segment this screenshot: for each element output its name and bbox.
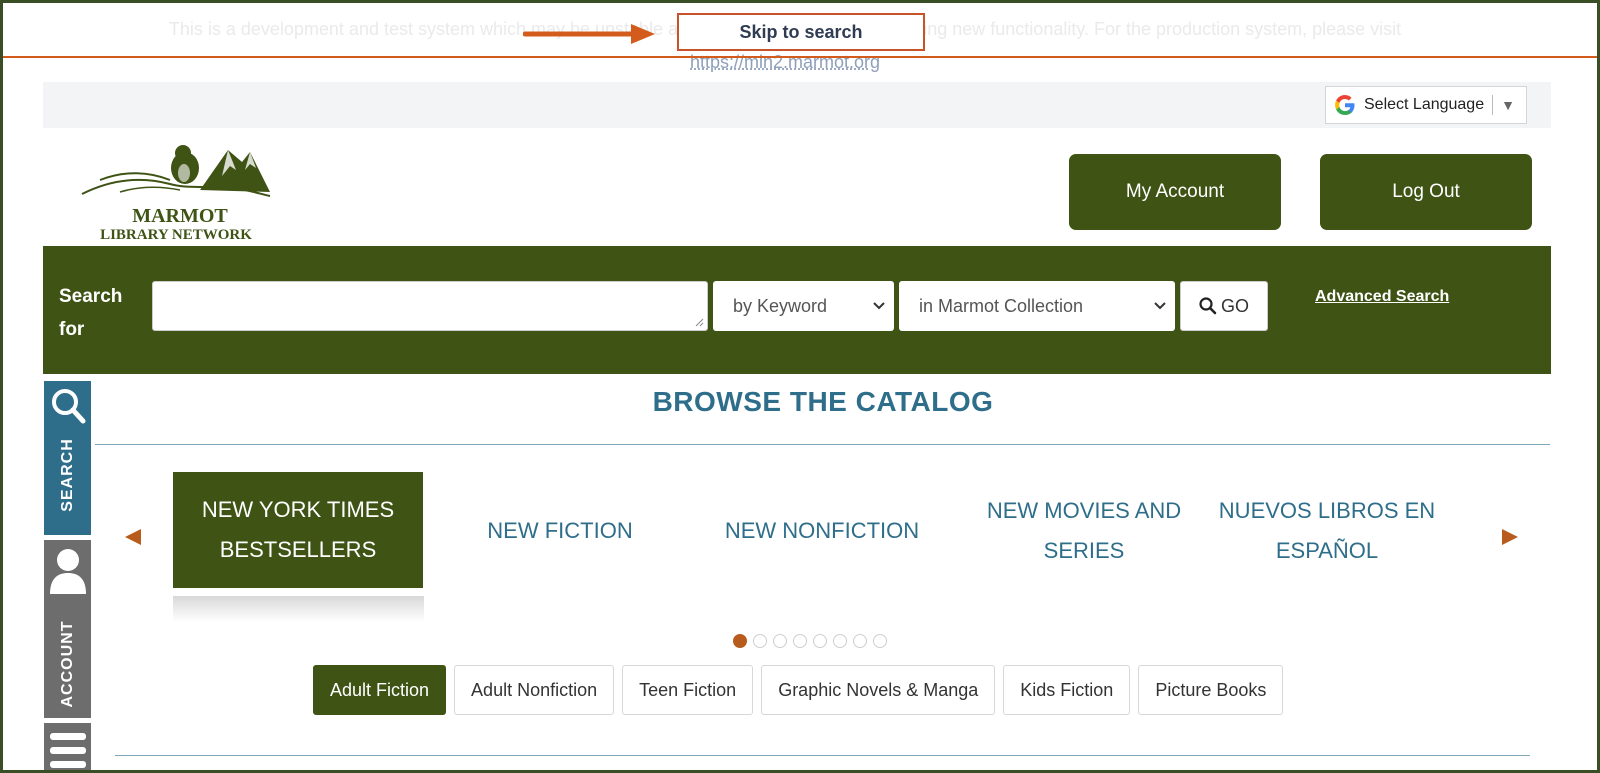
go-button[interactable]: GO xyxy=(1180,281,1268,331)
divider xyxy=(115,755,1530,756)
category-shadow xyxy=(173,596,424,622)
browse-tabs: Adult Fiction Adult Nonfiction Teen Fict… xyxy=(313,665,1284,715)
search-label-line2: for xyxy=(59,319,85,340)
carousel-dot[interactable] xyxy=(773,634,787,648)
search-icon xyxy=(52,389,86,424)
divider xyxy=(95,444,1550,445)
my-account-button[interactable]: My Account xyxy=(1069,154,1281,230)
search-input[interactable] xyxy=(152,281,708,331)
sidebar-menu-tab[interactable] xyxy=(44,723,91,773)
dropdown-arrow-icon: ▼ xyxy=(1501,97,1515,113)
category-new-fiction[interactable]: NEW FICTION xyxy=(435,472,685,590)
language-select-label: Select Language xyxy=(1364,96,1485,113)
carousel-dots xyxy=(733,634,887,648)
tab-teen-fiction[interactable]: Teen Fiction xyxy=(622,665,754,715)
category-new-movies[interactable]: NEW MOVIES AND SERIES xyxy=(959,472,1209,590)
advanced-search-link[interactable]: Advanced Search xyxy=(1315,288,1449,306)
resize-handle-icon[interactable] xyxy=(694,317,704,327)
annotation-arrow-icon xyxy=(523,24,655,44)
skip-to-search-link[interactable]: Skip to search xyxy=(677,13,925,51)
chevron-down-icon xyxy=(873,302,885,310)
carousel-dot[interactable] xyxy=(873,634,887,648)
log-out-button[interactable]: Log Out xyxy=(1320,154,1532,230)
category-nyt-bestsellers[interactable]: NEW YORK TIMES BESTSELLERS xyxy=(173,472,423,588)
logo-line1: MARMOT xyxy=(132,205,228,227)
search-scope-select[interactable]: in Marmot Collection xyxy=(899,281,1175,331)
menu-icon xyxy=(50,733,86,768)
search-type-select[interactable]: by Keyword xyxy=(713,281,894,331)
carousel-dot[interactable] xyxy=(753,634,767,648)
search-icon xyxy=(1199,297,1217,315)
language-select[interactable]: Select Language ▼ xyxy=(1325,86,1527,124)
carousel-prev-icon[interactable] xyxy=(123,527,143,547)
marmot-logo: MARMOT LIBRARY NETWORK xyxy=(81,145,271,243)
sidebar-account-label: ACCOUNT xyxy=(58,620,76,708)
carousel-dot[interactable] xyxy=(793,634,807,648)
sidebar-search-tab[interactable]: SEARCH xyxy=(44,381,91,535)
tab-adult-nonfiction[interactable]: Adult Nonfiction xyxy=(454,665,615,715)
carousel-dot[interactable] xyxy=(733,634,747,648)
go-label: GO xyxy=(1220,295,1249,316)
carousel-dot[interactable] xyxy=(813,634,827,648)
search-bar: Search for by Keyword in Marmot Collecti… xyxy=(43,246,1551,374)
chevron-down-icon xyxy=(1154,302,1166,310)
browse-title: BROWSE THE CATALOG xyxy=(652,386,994,417)
category-nuevos-libros[interactable]: NUEVOS LIBROS EN ESPAÑOL xyxy=(1202,472,1452,590)
logo-line2: LIBRARY NETWORK xyxy=(100,227,252,243)
category-new-nonfiction[interactable]: NEW NONFICTION xyxy=(697,472,947,590)
annotation-line xyxy=(0,56,1600,58)
carousel-dot[interactable] xyxy=(853,634,867,648)
sidebar-search-label: SEARCH xyxy=(58,438,76,512)
tab-graphic-novels[interactable]: Graphic Novels & Manga xyxy=(761,665,996,715)
language-separator xyxy=(1492,95,1494,115)
sidebar-account-tab[interactable]: ACCOUNT xyxy=(44,540,91,718)
user-icon xyxy=(50,549,86,594)
search-scope-value: in Marmot Collection xyxy=(919,295,1084,316)
carousel-next-icon[interactable] xyxy=(1500,527,1520,547)
tab-picture-books[interactable]: Picture Books xyxy=(1138,665,1284,715)
google-icon xyxy=(1335,95,1355,115)
search-label-line1: Search xyxy=(59,286,123,307)
search-type-value: by Keyword xyxy=(733,295,828,316)
carousel-dot[interactable] xyxy=(833,634,847,648)
search-for-label: Search for xyxy=(59,280,139,346)
tab-adult-fiction[interactable]: Adult Fiction xyxy=(313,665,447,715)
tab-kids-fiction[interactable]: Kids Fiction xyxy=(1003,665,1131,715)
